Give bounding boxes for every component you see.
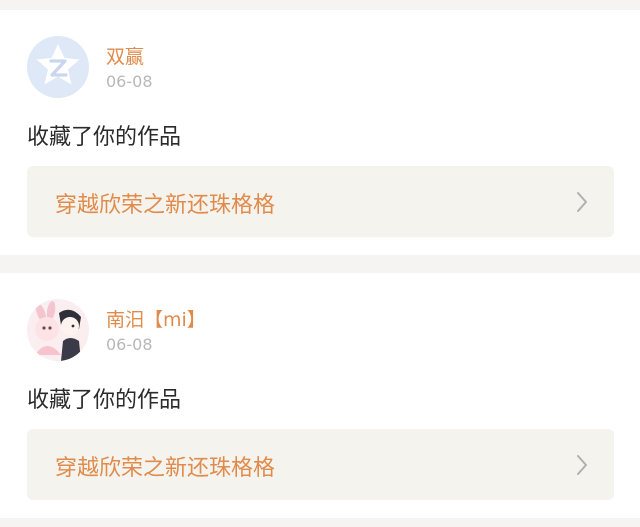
work-title: 穿越欣荣之新还珠格格 (55, 456, 276, 481)
work-link[interactable]: 穿越欣荣之新还珠格格 (27, 166, 614, 237)
chevron-right-icon (577, 455, 587, 475)
notification-card: 南汨【mi】 06-08 收藏了你的作品 穿越欣荣之新还珠格格 (0, 273, 640, 518)
timestamp: 06-08 (106, 72, 153, 91)
work-title: 穿越欣荣之新还珠格格 (55, 193, 276, 218)
notification-card: 双赢 06-08 收藏了你的作品 穿越欣荣之新还珠格格 (0, 10, 640, 255)
username[interactable]: 南汨【mi】 (106, 305, 206, 332)
timestamp: 06-08 (106, 335, 153, 354)
activity-text: 收藏了你的作品 (27, 125, 182, 150)
chevron-right-icon (577, 192, 587, 212)
activity-text: 收藏了你的作品 (27, 388, 182, 413)
qq-default-avatar-icon (27, 36, 89, 98)
work-link[interactable]: 穿越欣荣之新还珠格格 (27, 429, 614, 500)
avatar[interactable] (27, 36, 89, 98)
username[interactable]: 双赢 (106, 42, 144, 69)
avatar[interactable] (27, 299, 89, 361)
anime-character-avatar (27, 299, 89, 361)
